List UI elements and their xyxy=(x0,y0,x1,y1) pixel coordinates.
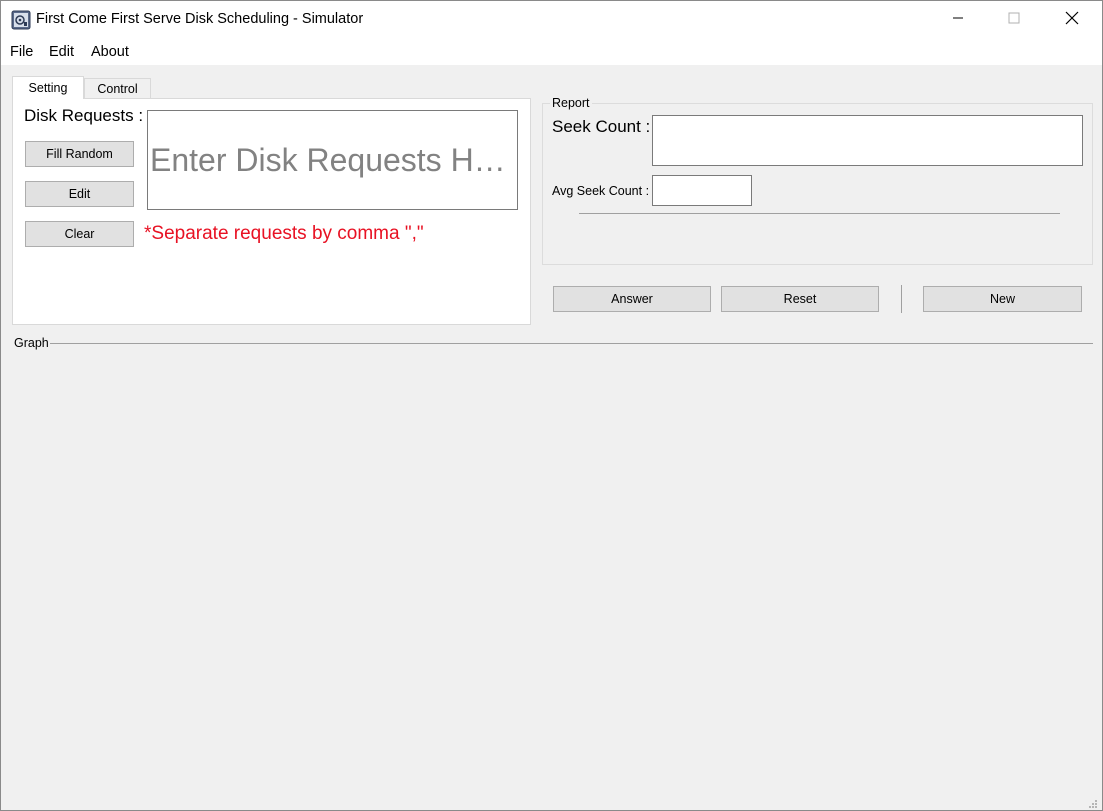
answer-button[interactable]: Answer xyxy=(553,286,711,312)
menu-bar: File Edit About xyxy=(1,39,1102,65)
seek-count-label: Seek Count : xyxy=(552,117,651,136)
graph-divider xyxy=(50,343,1093,344)
clear-label: Clear xyxy=(64,227,95,241)
disk-requests-label: Disk Requests : xyxy=(24,106,144,125)
fill-random-label: Fill Random xyxy=(46,147,113,161)
edit-label: Edit xyxy=(68,187,91,201)
minimize-icon xyxy=(952,11,964,29)
seek-count-field[interactable] xyxy=(652,115,1083,166)
answer-label: Answer xyxy=(611,292,653,306)
maximize-icon xyxy=(1008,11,1020,29)
disk-requests-input[interactable]: Enter Disk Requests Here xyxy=(147,110,518,210)
new-label: New xyxy=(989,292,1015,306)
disk-requests-placeholder: Enter Disk Requests Here xyxy=(150,141,514,178)
graph-title: Graph xyxy=(14,336,49,350)
avg-seek-count-field[interactable] xyxy=(652,175,752,206)
tab-setting[interactable]: Setting xyxy=(12,76,84,99)
reset-label: Reset xyxy=(783,292,817,306)
maximize-button[interactable] xyxy=(985,1,1043,39)
app-window: First Come First Serve Disk Scheduling -… xyxy=(0,0,1103,811)
tab-control-label: Control xyxy=(97,81,138,96)
title-bar[interactable]: First Come First Serve Disk Scheduling -… xyxy=(1,1,1102,39)
window-title: First Come First Serve Disk Scheduling -… xyxy=(36,11,364,27)
app-disk-icon xyxy=(11,10,31,30)
menu-file[interactable]: File xyxy=(10,44,33,60)
avg-seek-count-label: Avg Seek Count : xyxy=(552,184,650,198)
clear-button[interactable]: Clear xyxy=(25,221,134,247)
new-button[interactable]: New xyxy=(923,286,1082,312)
tab-control[interactable]: Control xyxy=(84,78,151,99)
close-icon xyxy=(1065,11,1079,30)
report-divider xyxy=(579,213,1060,214)
fill-random-button[interactable]: Fill Random xyxy=(25,141,134,167)
separator-note: *Separate requests by comma "," xyxy=(144,223,424,244)
menu-about[interactable]: About xyxy=(91,44,129,60)
report-title: Report xyxy=(550,96,592,110)
edit-button[interactable]: Edit xyxy=(25,181,134,207)
graph-area xyxy=(12,351,1093,791)
menu-edit[interactable]: Edit xyxy=(49,44,74,60)
close-button[interactable] xyxy=(1043,1,1101,39)
minimize-button[interactable] xyxy=(929,1,987,39)
resize-grip-icon[interactable] xyxy=(1088,796,1098,808)
tab-setting-label: Setting xyxy=(28,81,68,95)
action-separator xyxy=(901,285,902,313)
reset-button[interactable]: Reset xyxy=(721,286,879,312)
